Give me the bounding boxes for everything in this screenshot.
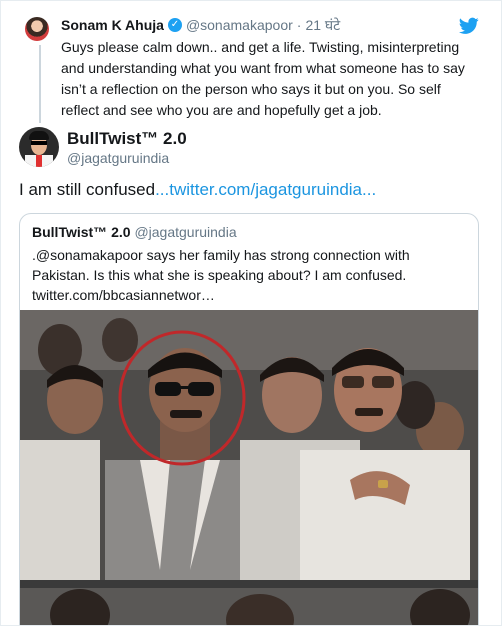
time-separator: ·	[296, 17, 302, 33]
author-handle[interactable]: @jagatguruindia	[67, 150, 169, 166]
author-name[interactable]: BullTwist™ 2.0	[67, 129, 187, 149]
author-name[interactable]: Sonam K Ahuja	[61, 17, 164, 33]
tweet-text: I am still confused...twitter.com/jagatg…	[19, 178, 376, 202]
author-name: BullTwist™ 2.0	[32, 224, 131, 240]
tweet-text-body: I am still confused	[19, 180, 156, 199]
tweet-link[interactable]: ...twitter.com/jagatguruindia...	[155, 180, 376, 199]
tweet-text: Guys please calm down.. and get a life. …	[61, 39, 465, 118]
verified-check-icon: ✓	[167, 18, 182, 32]
twitter-bird-icon[interactable]	[459, 17, 479, 35]
thread-line	[39, 45, 41, 123]
parent-tweet-header: Sonam K Ahuja ✓ @sonamakapoor · 21 घंटे	[61, 15, 340, 35]
tweet-timestamp[interactable]: 21 घंटे	[305, 16, 340, 35]
quoted-photo[interactable]	[20, 310, 478, 626]
tweet-text: .@sonamakapoor says her family has stron…	[32, 247, 410, 303]
quoted-tweet-header: BullTwist™ 2.0 @jagatguruindia	[32, 224, 237, 240]
reply-tweet-header: BullTwist™ 2.0 @jagatguruindia	[19, 127, 479, 175]
author-handle[interactable]: @sonamakapoor	[186, 17, 293, 33]
avatar[interactable]	[19, 127, 59, 167]
quoted-tweet[interactable]: BullTwist™ 2.0 @jagatguruindia .@sonamak…	[19, 213, 479, 626]
author-handle: @jagatguruindia	[134, 224, 237, 240]
parent-tweet[interactable]: Sonam K Ahuja ✓ @sonamakapoor · 21 घंटे …	[1, 1, 501, 123]
avatar[interactable]	[25, 17, 49, 41]
tweet-embed: Sonam K Ahuja ✓ @sonamakapoor · 21 घंटे …	[0, 0, 502, 626]
